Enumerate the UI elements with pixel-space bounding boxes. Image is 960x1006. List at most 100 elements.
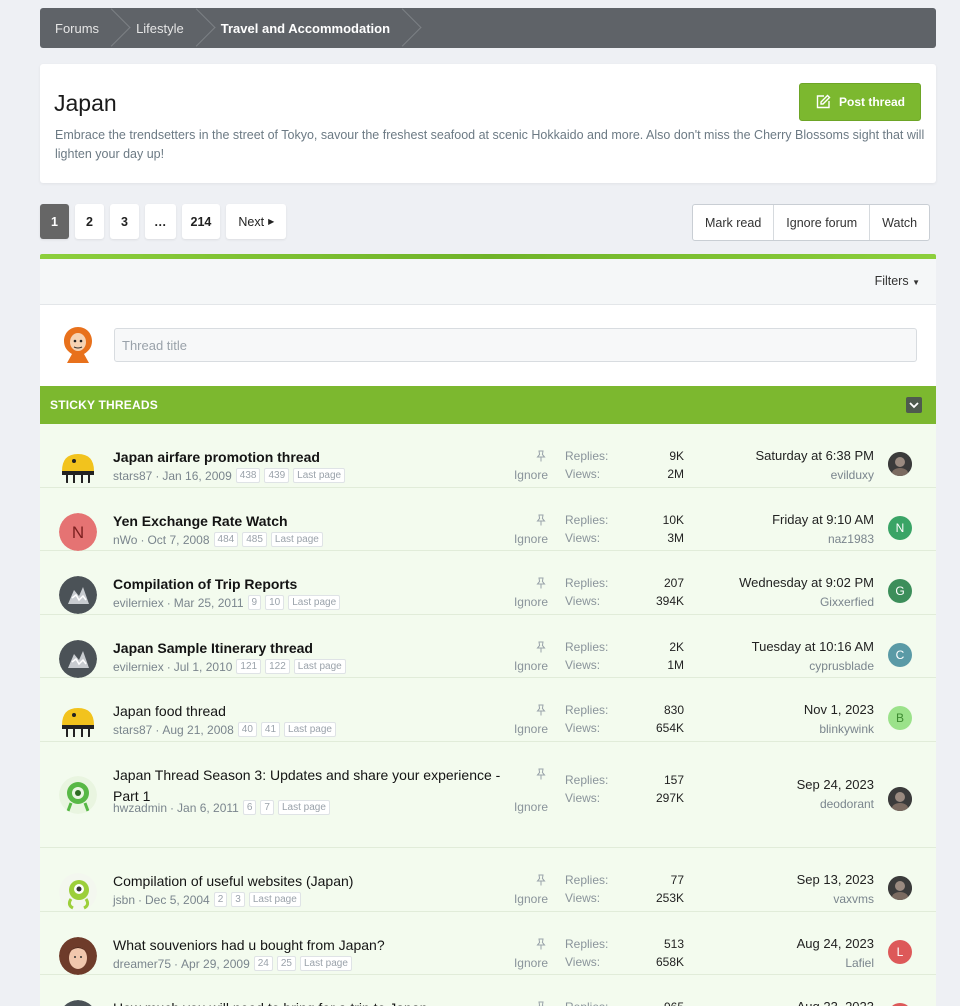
page-2[interactable]: 2 [75, 204, 104, 239]
ignore-thread-button[interactable]: Ignore [510, 956, 548, 970]
thread-title[interactable]: How much you will need to bring for a tr… [113, 998, 523, 1006]
last-poster-name[interactable]: deodorant [820, 797, 874, 811]
last-post-date[interactable]: Aug 23, 2023 [797, 999, 874, 1006]
thread-page-link[interactable]: 439 [264, 468, 290, 483]
last-poster-avatar[interactable]: C [888, 643, 912, 667]
post-thread-button[interactable]: Post thread [799, 83, 921, 121]
thread-row[interactable]: How much you will need to bring for a tr… [40, 975, 936, 1006]
thread-author-avatar[interactable] [59, 640, 97, 678]
last-poster-name[interactable]: evilduxy [831, 468, 874, 482]
filters-dropdown[interactable]: Filters ▼ [875, 274, 920, 288]
thread-author-avatar[interactable] [59, 449, 97, 487]
last-page-link[interactable]: Last page [284, 722, 336, 737]
thread-author[interactable]: jsbn [113, 893, 135, 907]
thread-page-link[interactable]: 438 [235, 468, 261, 483]
ignore-thread-button[interactable]: Ignore [510, 659, 548, 673]
last-poster-name[interactable]: blinkywink [819, 722, 874, 736]
thread-title[interactable]: Compilation of Trip Reports [113, 574, 523, 595]
ignore-forum-button[interactable]: Ignore forum [774, 205, 871, 240]
last-post-date[interactable]: Aug 24, 2023 [797, 936, 874, 951]
thread-author-avatar[interactable] [59, 1000, 97, 1006]
thread-author-avatar[interactable] [59, 873, 97, 911]
thread-author[interactable]: evilerniex [113, 596, 164, 610]
mark-read-button[interactable]: Mark read [693, 205, 775, 240]
thread-row[interactable]: What souveniors had u bought from Japan?… [40, 912, 936, 975]
thread-title[interactable]: Japan food thread [113, 701, 523, 722]
thread-author[interactable]: dreamer75 [113, 957, 171, 971]
breadcrumb-forums[interactable]: Forums [40, 8, 121, 48]
last-page-link[interactable]: Last page [293, 468, 346, 483]
thread-page-link[interactable]: 9 [247, 595, 262, 610]
thread-row[interactable]: Japan airfare promotion thread stars87 · J… [40, 424, 936, 488]
thread-author-avatar[interactable] [59, 776, 97, 814]
watch-button[interactable]: Watch [870, 205, 929, 240]
thread-title[interactable]: What souveniors had u bought from Japan? [113, 935, 523, 956]
thread-page-link[interactable]: 3 [231, 892, 245, 907]
thread-page-link[interactable]: 10 [265, 595, 285, 610]
thread-page-link[interactable]: 121 [236, 659, 262, 674]
ignore-thread-button[interactable]: Ignore [510, 722, 548, 736]
thread-row[interactable]: Compilation of useful websites (Japan) j… [40, 848, 936, 912]
last-post-date[interactable]: Sep 24, 2023 [797, 777, 874, 792]
last-poster-avatar[interactable]: N [888, 516, 912, 540]
page-1[interactable]: 1 [40, 204, 69, 239]
thread-row[interactable]: N Yen Exchange Rate Watch nWo · Oct 7, 200… [40, 488, 936, 551]
thread-author-avatar[interactable] [59, 937, 97, 975]
thread-page-link[interactable]: 41 [260, 722, 281, 737]
thread-author-avatar[interactable]: N [59, 513, 97, 551]
last-page-link[interactable]: Last page [270, 532, 323, 547]
thread-row[interactable]: Compilation of Trip Reports evilerniex · M… [40, 551, 936, 615]
page-214[interactable]: 214 [181, 204, 221, 239]
thread-title[interactable]: Yen Exchange Rate Watch [113, 511, 523, 532]
collapse-toggle[interactable] [906, 397, 922, 413]
thread-row[interactable]: Japan food thread stars87 · Aug 21, 2008 40… [40, 678, 936, 742]
last-post-date[interactable]: Friday at 9:10 AM [772, 512, 874, 527]
ignore-thread-button[interactable]: Ignore [510, 468, 548, 482]
thread-page-link[interactable]: 485 [242, 532, 267, 547]
thread-page-link[interactable]: 6 [242, 800, 257, 815]
last-post-date[interactable]: Sep 13, 2023 [797, 872, 874, 887]
page-3[interactable]: 3 [110, 204, 139, 239]
thread-row[interactable]: Japan Sample Itinerary thread evilerniex… [40, 615, 936, 678]
thread-title-input[interactable] [114, 328, 917, 362]
thread-author[interactable]: stars87 [113, 469, 152, 483]
thread-row[interactable]: Japan Thread Season 3: Updates and share… [40, 742, 936, 848]
last-poster-avatar[interactable]: B [888, 706, 912, 730]
last-post-date[interactable]: Saturday at 6:38 PM [755, 448, 874, 463]
last-poster-name[interactable]: cyprusblade [809, 659, 874, 673]
thread-author[interactable]: hwzadmin [113, 801, 167, 815]
page-ellipsis[interactable]: … [145, 204, 176, 239]
thread-author[interactable]: nWo [113, 533, 137, 547]
thread-page-link[interactable]: 122 [265, 659, 290, 674]
thread-page-link[interactable]: 2 [213, 892, 228, 907]
last-poster-avatar[interactable] [888, 787, 912, 811]
thread-title[interactable]: Japan Sample Itinerary thread [113, 638, 523, 659]
thread-page-link[interactable]: 40 [237, 722, 257, 737]
last-poster-name[interactable]: Gixxerfied [820, 595, 874, 609]
ignore-thread-button[interactable]: Ignore [510, 595, 548, 609]
thread-author[interactable]: evilerniex [113, 660, 164, 674]
next-page-button[interactable]: Next ▶ [226, 204, 287, 239]
thread-page-link[interactable]: 25 [276, 956, 296, 971]
thread-title[interactable]: Compilation of useful websites (Japan) [113, 871, 523, 892]
ignore-thread-button[interactable]: Ignore [510, 532, 548, 546]
last-poster-name[interactable]: naz1983 [828, 532, 874, 546]
last-page-link[interactable]: Last page [277, 800, 330, 815]
last-poster-avatar[interactable] [888, 876, 912, 900]
thread-title[interactable]: Japan airfare promotion thread [113, 447, 523, 468]
last-poster-avatar[interactable] [888, 452, 912, 476]
last-page-link[interactable]: Last page [248, 892, 301, 907]
last-page-link[interactable]: Last page [293, 659, 346, 674]
last-poster-name[interactable]: vaxvms [833, 892, 874, 906]
thread-page-link[interactable]: 24 [253, 956, 273, 971]
last-post-date[interactable]: Tuesday at 10:16 AM [752, 639, 874, 654]
ignore-thread-button[interactable]: Ignore [510, 800, 548, 814]
thread-page-link[interactable]: 484 [213, 532, 239, 547]
last-post-date[interactable]: Nov 1, 2023 [804, 702, 874, 717]
last-page-link[interactable]: Last page [288, 595, 341, 610]
breadcrumb-travel[interactable]: Travel and Accommodation [206, 8, 412, 48]
last-poster-avatar[interactable]: L [888, 940, 912, 964]
breadcrumb-lifestyle[interactable]: Lifestyle [121, 8, 206, 48]
thread-page-link[interactable]: 7 [260, 800, 274, 815]
last-post-date[interactable]: Wednesday at 9:02 PM [739, 575, 874, 590]
